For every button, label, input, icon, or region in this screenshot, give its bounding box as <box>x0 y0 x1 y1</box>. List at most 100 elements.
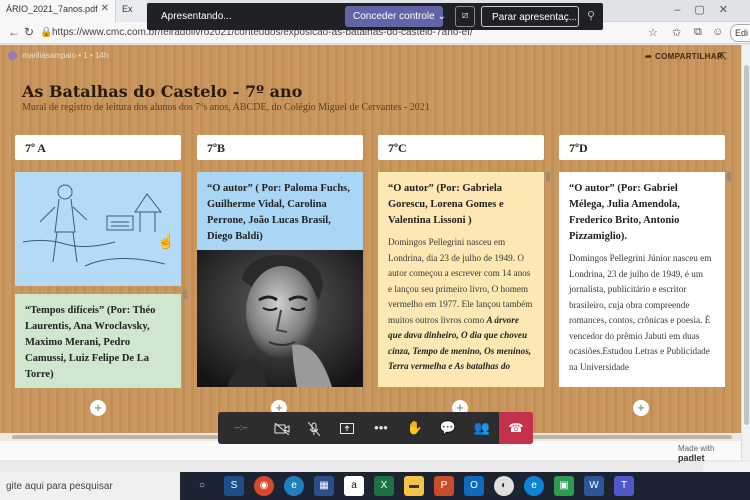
column-7d: 7ºD “O autor” (Por: Gabriel Mélega, Juli… <box>559 135 731 387</box>
more-options-icon[interactable]: ••• <box>365 412 397 444</box>
post-title: “O autor” ( Por: Paloma Fuchs, Guilherme… <box>207 183 350 242</box>
author-photo <box>197 250 363 387</box>
app-s-icon[interactable]: S <box>224 476 244 496</box>
grant-control-button[interactable]: Conceder controle ⌄ <box>345 6 446 27</box>
app-green-icon[interactable]: ▣ <box>554 476 574 496</box>
maximize-icon[interactable]: ▢ <box>694 4 718 16</box>
made-with-label: Made with <box>678 444 715 453</box>
author-name[interactable]: mariliasampaio <box>22 51 76 60</box>
chevron-down-icon: ⌄ <box>437 11 446 22</box>
post-body-text: Domingos Pellegrini nasceu em Londrina, … <box>388 237 533 325</box>
post-meta: mariliasampaio • 1 • 14h <box>8 51 108 60</box>
taskbar-search[interactable]: gite aqui para pesquisar <box>0 472 180 500</box>
post-title: “O autor” (Por: Gabriel Mélega, Julia Am… <box>569 183 680 242</box>
page-subtitle: Mural de registro de leitura dos alunos … <box>22 102 430 113</box>
post-body: Domingos Pellegrini Júnior nasceu em Lon… <box>569 253 712 372</box>
minimize-icon[interactable]: – <box>674 4 694 16</box>
post-autor-7d[interactable]: “O autor” (Por: Gabriel Mélega, Julia Am… <box>559 172 725 387</box>
mic-icon-svg <box>307 421 321 436</box>
amazon-icon[interactable]: a <box>344 476 364 496</box>
post-autor-7b[interactable]: “O autor” ( Por: Paloma Fuchs, Guilherme… <box>197 172 363 387</box>
chrome-icon[interactable]: ◉ <box>254 476 274 496</box>
camera-off-icon[interactable] <box>266 412 298 444</box>
lock-icon[interactable]: 🔒 <box>40 27 52 38</box>
padlet-logo: padlet <box>678 453 705 463</box>
column-header: 7ºB <box>197 135 363 160</box>
close-window-icon[interactable]: ✕ <box>719 4 742 16</box>
post-autor-7c[interactable]: “O autor” (Por: Gabriela Gorescu, Lorena… <box>378 172 544 387</box>
cursor-icon: ☝ <box>157 235 175 250</box>
window-controls: –▢✕ <box>674 3 742 16</box>
task-view-icon[interactable]: ○ <box>192 476 212 496</box>
teams-icon[interactable]: T <box>614 476 634 496</box>
column-header: 7ºC <box>378 135 544 160</box>
add-post-7d-icon[interactable]: + <box>633 400 649 416</box>
column-7b: 7ºB “O autor” ( Por: Paloma Fuchs, Guilh… <box>197 135 363 387</box>
made-with-padlet[interactable]: Made with padlet <box>678 444 741 463</box>
sketch-image <box>15 172 181 286</box>
tab-pdf[interactable]: ÁRIO_2021_7anos.pdf ✕ <box>0 0 116 22</box>
like-count: 1 <box>83 51 88 60</box>
post-header: “O autor” ( Por: Paloma Fuchs, Guilherme… <box>197 172 363 250</box>
photos-icon[interactable]: ◐ <box>494 476 514 496</box>
page-title: As Batalhas do Castelo - 7º ano <box>22 82 303 101</box>
excel-icon[interactable]: X <box>374 476 394 496</box>
timestamp: 14h <box>95 51 109 60</box>
favorite-add-icon[interactable]: ☆ <box>648 26 658 39</box>
outlook-icon[interactable]: O <box>464 476 484 496</box>
internet-explorer-icon[interactable]: e <box>524 476 544 496</box>
edge-icon[interactable]: e <box>284 476 304 496</box>
share-icon: ➦ <box>645 52 653 61</box>
refresh-icon[interactable]: ↻ <box>24 25 34 39</box>
camera-icon-svg <box>274 422 290 435</box>
post-tempos-dificeis[interactable]: “Tempos difíceis” (Por: Théo Laurentis, … <box>15 294 181 388</box>
column-scrollbar[interactable] <box>183 289 187 299</box>
mic-off-icon[interactable] <box>298 412 330 444</box>
post-drawing[interactable]: ☝ <box>15 172 181 286</box>
profile-icon[interactable]: ☺ <box>712 26 723 38</box>
column-header: 7ºD <box>559 135 725 160</box>
tab-label: ÁRIO_2021_7anos.pdf <box>6 4 98 14</box>
page-scrollbar[interactable] <box>741 45 750 460</box>
close-tab-icon[interactable]: ✕ <box>101 3 109 14</box>
collections-icon[interactable]: ⧉ <box>694 26 702 39</box>
hang-up-icon[interactable]: ☎ <box>499 412 533 444</box>
presenting-status: Apresentando... <box>161 11 232 22</box>
favorites-icon[interactable]: ✩ <box>672 26 681 39</box>
share-button[interactable]: ➦ COMPARTILHAR <box>645 52 723 61</box>
presenting-bar: Apresentando... Conceder controle ⌄ ⧄ Pa… <box>147 3 603 30</box>
back-icon[interactable]: ← <box>8 25 20 39</box>
add-post-7a-icon[interactable]: + <box>90 400 106 416</box>
participants-icon[interactable]: 👥 <box>466 412 498 444</box>
call-timer: --:-- <box>234 423 248 432</box>
powerpoint-icon[interactable]: P <box>434 476 454 496</box>
column-scrollbar[interactable] <box>546 172 550 182</box>
column-7c: 7ºC “O autor” (Por: Gabriela Gorescu, Lo… <box>378 135 550 387</box>
column-scrollbar[interactable] <box>727 172 731 182</box>
meeting-controls: --:-- ••• ✋ 💬 👥 ☎ <box>218 412 533 444</box>
screen: ÁRIO_2021_7anos.pdf ✕ Ex –▢✕ ← ↻ 🔒 https… <box>0 0 750 500</box>
file-explorer-icon[interactable]: ▬ <box>404 476 424 496</box>
avatar[interactable] <box>8 51 17 60</box>
post-body: Domingos Pellegrini nasceu em Londrina, … <box>388 235 534 375</box>
share-screen-svg <box>340 422 354 434</box>
share-label: COMPARTILHAR <box>655 52 723 61</box>
grant-control-label: Conceder controle <box>353 11 435 22</box>
tab-exposicao[interactable]: Ex <box>116 0 146 22</box>
stop-presenting-button[interactable]: Parar apresentaç... <box>481 6 579 27</box>
screen-share-icon[interactable]: ⧄ <box>455 6 475 27</box>
share-screen-icon[interactable] <box>331 412 363 444</box>
open-external-icon[interactable]: ⇱ <box>718 50 727 63</box>
padlet-canvas: mariliasampaio • 1 • 14h ➦ COMPARTILHAR ⇱… <box>0 45 741 463</box>
store-icon[interactable]: ▦ <box>314 476 334 496</box>
word-icon[interactable]: W <box>584 476 604 496</box>
post-title: “O autor” (Por: Gabriela Gorescu, Lorena… <box>388 183 504 226</box>
post-title: “Tempos difíceis” (Por: Théo Laurentis, … <box>25 305 156 380</box>
pin-icon[interactable]: ⚲ <box>587 9 595 22</box>
chat-icon[interactable]: 💬 <box>432 412 464 444</box>
column-header: 7º A <box>15 135 181 160</box>
raise-hand-icon[interactable]: ✋ <box>399 412 431 444</box>
tab-label: Ex <box>122 4 133 14</box>
scroll-thumb[interactable] <box>744 65 749 425</box>
edit-button[interactable]: Edi <box>730 24 750 42</box>
